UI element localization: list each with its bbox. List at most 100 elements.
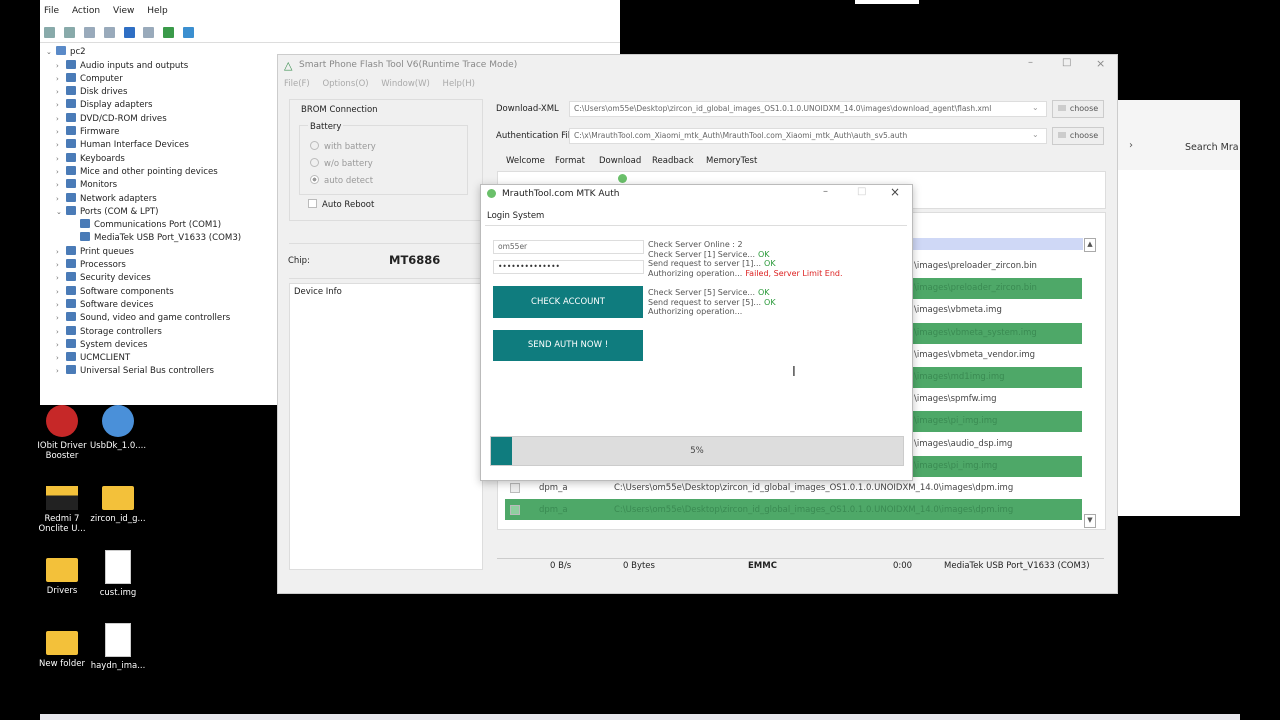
- table-row[interactable]: \images\audio_dsp.img: [914, 439, 1012, 449]
- table-row[interactable]: \images\spmfw.img: [914, 394, 997, 404]
- tree-item[interactable]: › Display adapters: [56, 99, 153, 112]
- chevron-right-icon[interactable]: ›: [56, 339, 66, 352]
- chevron-right-icon[interactable]: ›: [56, 60, 66, 73]
- close-icon[interactable]: ×: [1096, 57, 1105, 70]
- table-row[interactable]: \images\pi_img.img: [914, 416, 997, 426]
- row-checkbox[interactable]: [510, 505, 520, 515]
- desktop-icon[interactable]: UsbDk_1.0....: [88, 405, 148, 451]
- radio-wo-battery[interactable]: w/o battery: [310, 158, 373, 169]
- minimize-icon[interactable]: –: [1028, 57, 1033, 68]
- row-checkbox[interactable]: [510, 483, 520, 493]
- tree-item[interactable]: › Software components: [56, 285, 174, 299]
- tree-item[interactable]: › Audio inputs and outputs: [56, 59, 188, 73]
- chevron-right-icon[interactable]: ›: [56, 312, 66, 325]
- auth-file-field[interactable]: C:\x\MrauthTool.com_Xiaomi_mtk_Auth\Mrau…: [569, 128, 1047, 144]
- radio-auto-detect[interactable]: auto detect: [310, 175, 373, 186]
- update-driver-icon[interactable]: [163, 27, 175, 38]
- back-icon[interactable]: [44, 27, 55, 38]
- choose-auth-button[interactable]: choose: [1052, 127, 1104, 145]
- tree-item[interactable]: Communications Port (COM1): [70, 219, 221, 232]
- download-xml-field[interactable]: C:\Users\om55e\Desktop\zircon_id_global_…: [569, 101, 1047, 117]
- menu-file[interactable]: File: [44, 6, 59, 16]
- scan-icon[interactable]: [143, 27, 155, 38]
- chevron-right-icon[interactable]: ›: [56, 259, 66, 272]
- tree-item[interactable]: ⌄ Ports (COM & LPT): [56, 205, 159, 219]
- radio-with-battery[interactable]: with battery: [310, 141, 376, 152]
- tree-item[interactable]: › Human Interface Devices: [56, 139, 189, 152]
- partition-path[interactable]: C:\Users\om55e\Desktop\zircon_id_global_…: [614, 505, 1013, 515]
- chevron-right-icon[interactable]: ›: [56, 86, 66, 99]
- chevron-right-icon[interactable]: ›: [56, 352, 66, 365]
- tree-item[interactable]: › Network adapters: [56, 192, 157, 206]
- tree-item[interactable]: › DVD/CD-ROM drives: [56, 112, 167, 126]
- scroll-down-icon[interactable]: ▼: [1084, 514, 1096, 528]
- table-row[interactable]: \images\vbmeta_vendor.img: [914, 350, 1035, 360]
- auto-reboot-checkbox[interactable]: Auto Reboot: [308, 199, 374, 210]
- table-row[interactable]: \images\preloader_zircon.bin: [914, 283, 1037, 293]
- chevron-right-icon[interactable]: ›: [56, 73, 66, 86]
- tab-download[interactable]: Download: [599, 156, 641, 166]
- maximize-icon[interactable]: □: [1062, 57, 1071, 68]
- chevron-right-icon[interactable]: ›: [56, 153, 66, 166]
- tree-root[interactable]: ⌄ pc2: [46, 46, 86, 59]
- tree-item[interactable]: › Disk drives: [56, 86, 127, 99]
- tree-item[interactable]: › Computer: [56, 72, 123, 86]
- desktop-icon[interactable]: Redmi 7 Onclite U...: [32, 478, 92, 534]
- check-account-button[interactable]: CHECK ACCOUNT: [493, 286, 643, 318]
- chevron-right-icon[interactable]: ›: [56, 99, 66, 112]
- menu-window[interactable]: Window(W): [381, 79, 430, 89]
- menu-options[interactable]: Options(O): [322, 79, 368, 89]
- chevron-down-icon[interactable]: ⌄: [56, 206, 66, 219]
- tab-readback[interactable]: Readback: [652, 156, 694, 166]
- chevron-right-icon[interactable]: ›: [56, 139, 66, 152]
- tree-item[interactable]: › System devices: [56, 338, 147, 352]
- menu-help[interactable]: Help(H): [443, 79, 475, 89]
- monitor-icon[interactable]: [183, 27, 195, 38]
- desktop-icon[interactable]: cust.img: [88, 550, 148, 598]
- chevron-right-icon[interactable]: ›: [56, 193, 66, 206]
- menu-action[interactable]: Action: [72, 6, 100, 16]
- tree-item[interactable]: › Mice and other pointing devices: [56, 165, 218, 179]
- chevron-right-icon[interactable]: ›: [1129, 140, 1133, 151]
- search-field[interactable]: Search Mra: [1185, 142, 1239, 153]
- send-auth-button[interactable]: SEND AUTH NOW !: [493, 330, 643, 361]
- table-row[interactable]: \images\vbmeta_system.img: [914, 328, 1037, 338]
- tab-welcome[interactable]: Welcome: [506, 156, 545, 166]
- chevron-down-icon[interactable]: ⌄: [1032, 103, 1039, 112]
- chevron-right-icon[interactable]: ›: [56, 246, 66, 259]
- chevron-down-icon[interactable]: ⌄: [46, 46, 56, 59]
- desktop-icon[interactable]: New folder: [32, 623, 92, 669]
- chevron-right-icon[interactable]: ›: [56, 286, 66, 299]
- show-icon[interactable]: [103, 27, 115, 38]
- choose-xml-button[interactable]: choose: [1052, 100, 1104, 118]
- tree-item[interactable]: › Processors: [56, 259, 126, 272]
- forward-icon[interactable]: [63, 27, 75, 38]
- tab-login-system[interactable]: Login System: [487, 211, 544, 221]
- table-row[interactable]: \images\vbmeta.img: [914, 305, 1002, 315]
- tree-item[interactable]: › Monitors: [56, 179, 117, 192]
- tab-format[interactable]: Format: [555, 156, 585, 166]
- chevron-right-icon[interactable]: ›: [56, 272, 66, 285]
- tree-item[interactable]: › Sound, video and game controllers: [56, 312, 230, 325]
- tree-item[interactable]: › Storage controllers: [56, 325, 162, 339]
- password-input[interactable]: ••••••••••••••: [493, 260, 644, 274]
- chevron-right-icon[interactable]: ›: [56, 126, 66, 139]
- tree-item[interactable]: › Universal Serial Bus controllers: [56, 365, 214, 378]
- tree-item[interactable]: › Keyboards: [56, 152, 125, 166]
- chevron-right-icon[interactable]: ›: [56, 166, 66, 179]
- partition-path[interactable]: C:\Users\om55e\Desktop\zircon_id_global_…: [614, 483, 1013, 493]
- properties-icon[interactable]: [83, 27, 95, 38]
- scroll-up-icon[interactable]: ▲: [1084, 238, 1096, 252]
- menu-help[interactable]: Help: [147, 6, 168, 16]
- desktop-icon[interactable]: IObit Driver Booster: [32, 405, 92, 461]
- tree-item[interactable]: › Software devices: [56, 298, 153, 312]
- minimize-icon[interactable]: –: [823, 186, 828, 197]
- menu-view[interactable]: View: [113, 6, 134, 16]
- tree-item[interactable]: › Firmware: [56, 126, 119, 139]
- help-icon[interactable]: [123, 27, 135, 38]
- username-input[interactable]: om55er: [493, 240, 644, 254]
- chevron-right-icon[interactable]: ›: [56, 326, 66, 339]
- table-row[interactable]: \images\preloader_zircon.bin: [914, 261, 1037, 271]
- download-icon[interactable]: [618, 174, 627, 183]
- chevron-right-icon[interactable]: ›: [56, 113, 66, 126]
